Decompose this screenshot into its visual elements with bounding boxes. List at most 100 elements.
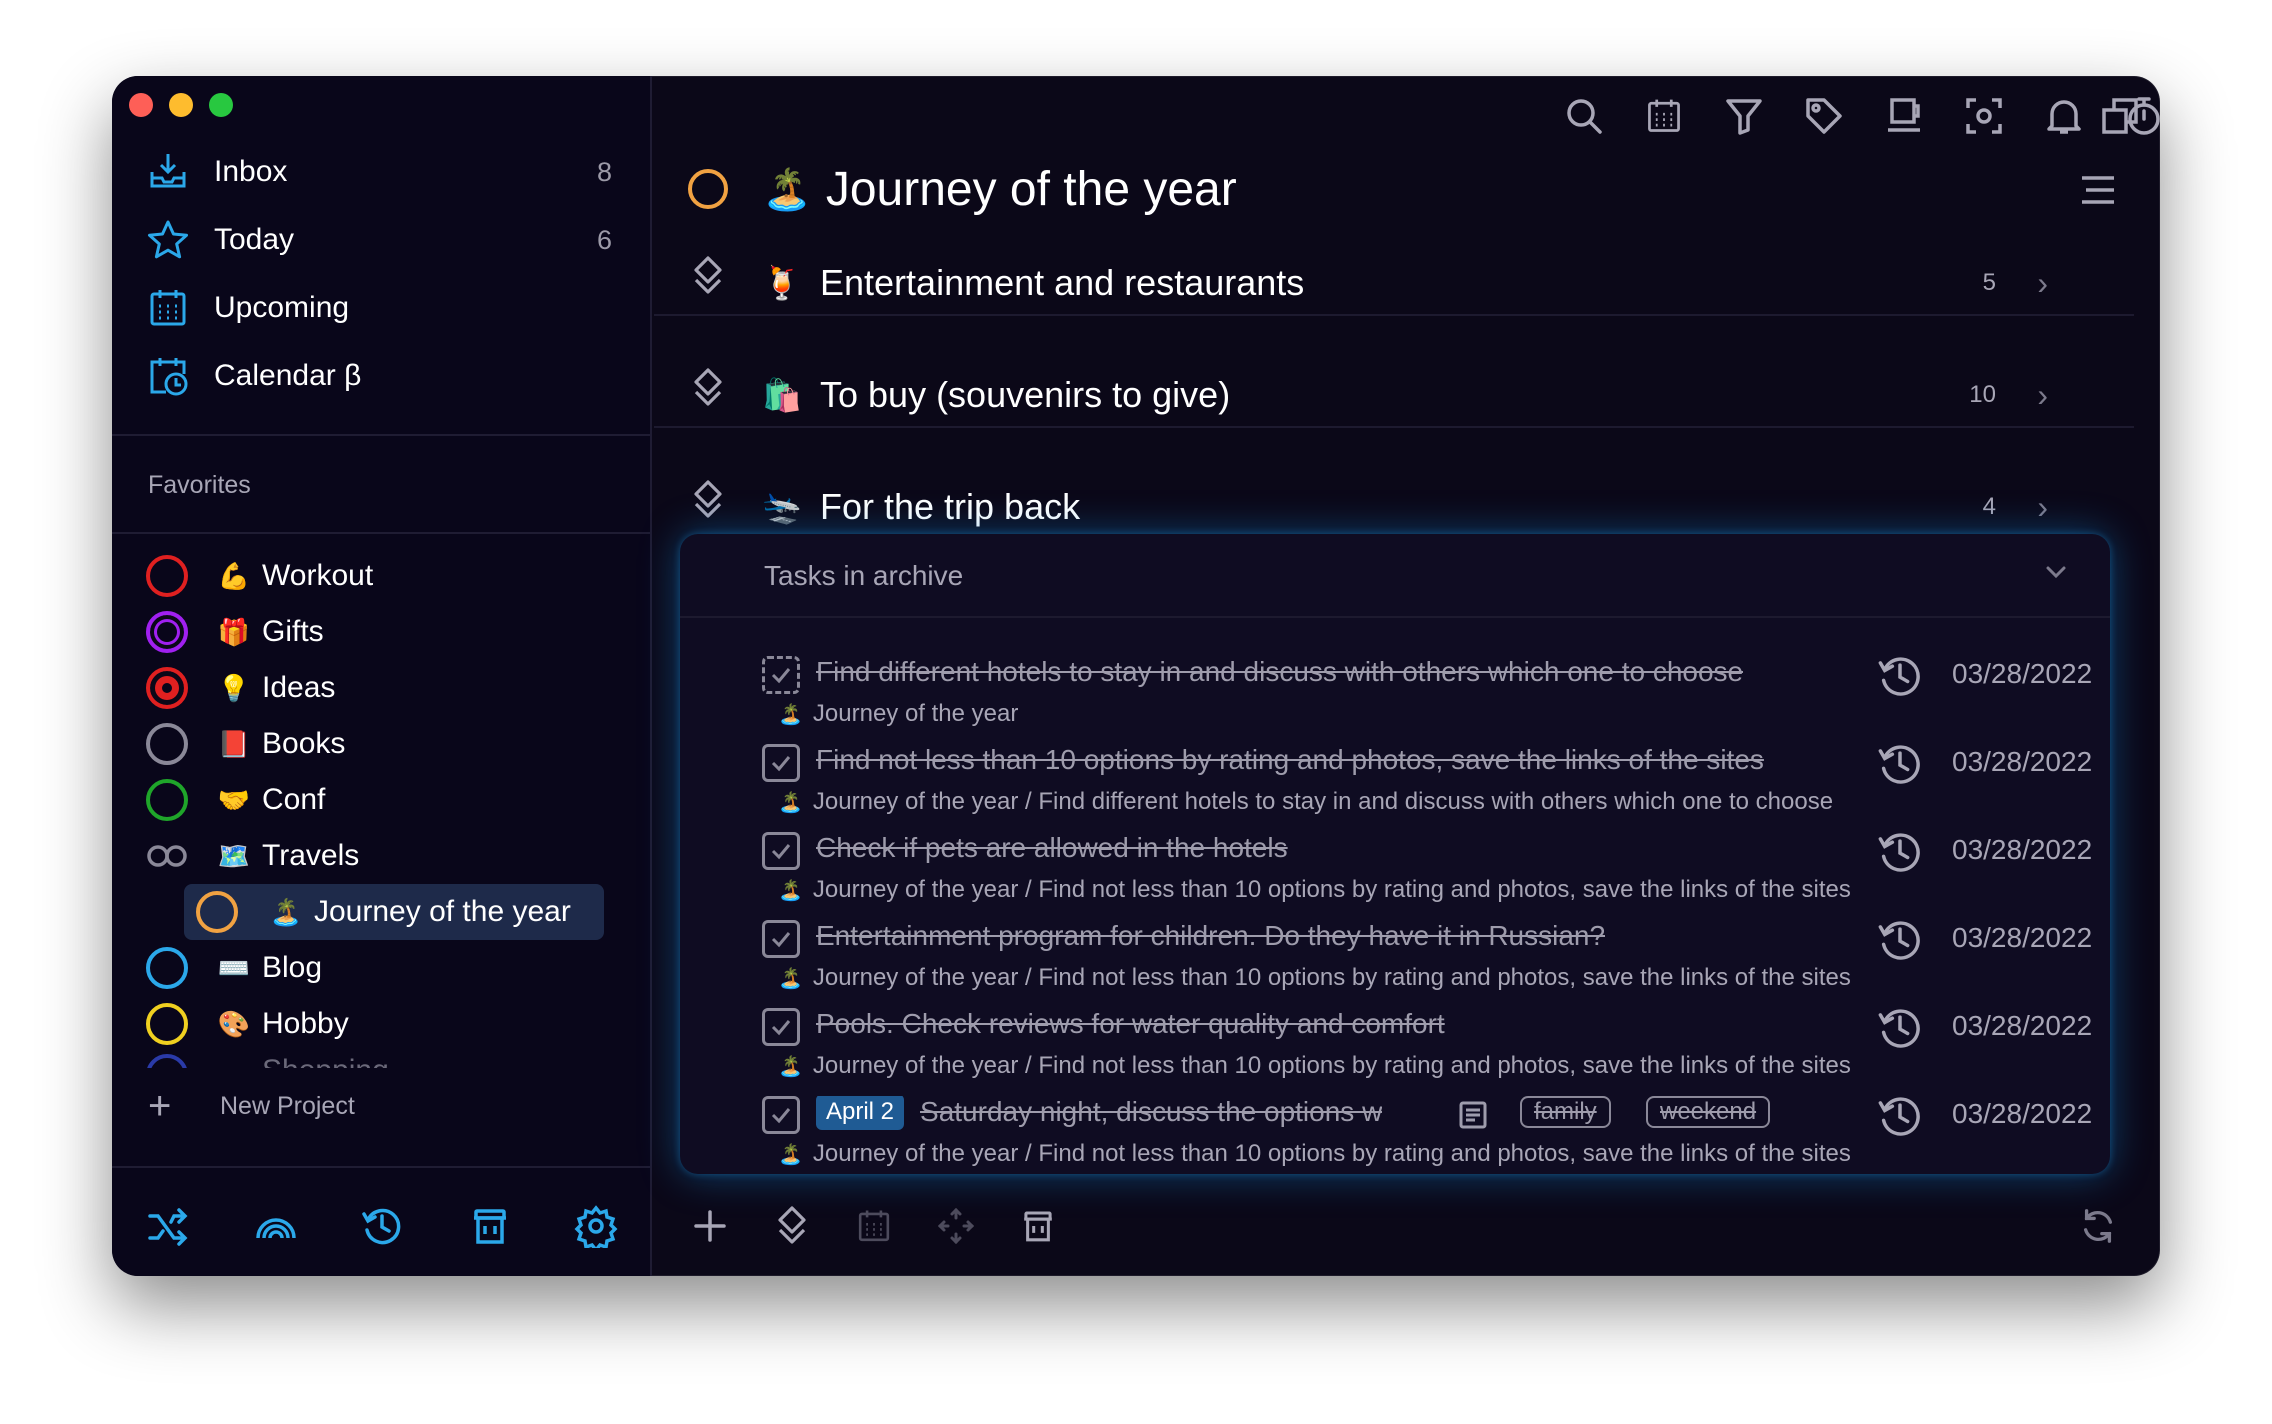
minimize-window-button[interactable] (169, 93, 193, 117)
project-emoji: 🤝 (217, 784, 251, 815)
section-row[interactable]: 🍹 Entertainment and restaurants 5 › (654, 228, 2134, 338)
nav-upcoming[interactable]: Upcoming (146, 278, 616, 338)
project-shopping[interactable]: Shopping (146, 1054, 616, 1068)
due-date-badge[interactable]: April 2 (816, 1096, 905, 1130)
scan-icon[interactable] (1960, 92, 2008, 140)
nav-calendar[interactable]: Calendar β (146, 346, 616, 406)
project-hobby[interactable]: 🎨 Hobby (146, 998, 616, 1050)
tag-chip[interactable]: weekend (1646, 1096, 1771, 1128)
task-path: 🏝️ Journey of the year (778, 700, 1019, 728)
archived-task[interactable]: Find different hotels to stay in and dis… (680, 652, 2110, 740)
task-path: 🏝️ Journey of the year / Find not less th… (778, 1140, 1851, 1168)
page-title: 🏝️ Journey of the year (688, 156, 1237, 222)
add-task-icon[interactable] (686, 1202, 734, 1250)
filter-icon[interactable] (1720, 92, 1768, 140)
calendar-clock-icon (146, 354, 190, 398)
trash-icon[interactable] (1014, 1202, 1062, 1250)
nav-label: Today (214, 223, 295, 256)
task-path-text: Journey of the year / Find not less than… (812, 1140, 1851, 1167)
calendar-icon[interactable] (1640, 92, 1688, 140)
archived-task[interactable]: Find not less than 10 options by rating … (680, 740, 2110, 828)
nav-today[interactable]: Today 6 (146, 210, 616, 270)
task-date: 03/28/2022 (1952, 658, 2093, 689)
project-conf[interactable]: 🤝 Conf (146, 774, 616, 826)
add-section-icon[interactable] (768, 1202, 816, 1250)
history-icon[interactable] (1876, 740, 1924, 793)
archived-task[interactable]: Check if pets are allowed in the hotels … (680, 828, 2110, 916)
project-books[interactable]: 📕 Books (146, 718, 616, 770)
task-checkbox[interactable] (762, 1096, 800, 1134)
chevron-right-icon: › (2037, 264, 2048, 301)
copy-window-icon[interactable] (2096, 92, 2144, 140)
task-path-text: Journey of the year / Find not less than… (812, 1052, 1851, 1079)
project-workout[interactable]: 💪 Workout (146, 550, 616, 602)
task-checkbox[interactable] (762, 832, 800, 870)
task-checkbox[interactable] (762, 1008, 800, 1046)
zoom-window-button[interactable] (209, 93, 233, 117)
search-icon[interactable] (1560, 92, 1608, 140)
tag-chip[interactable]: family (1520, 1096, 1611, 1128)
section-diamond-icon (690, 480, 726, 525)
menu-icon[interactable] (2074, 166, 2122, 214)
new-project-button[interactable]: + New Project (148, 1086, 355, 1126)
calendar-icon[interactable] (850, 1202, 898, 1250)
task-path-text: Journey of the year (812, 700, 1019, 727)
project-ring-icon (146, 779, 188, 821)
history-icon[interactable] (1876, 1004, 1924, 1057)
divider (112, 434, 652, 436)
path-emoji: 🏝️ (778, 1056, 803, 1078)
project-ideas[interactable]: 💡 Ideas (146, 662, 616, 714)
archive-header[interactable]: Tasks in archive (680, 534, 2110, 618)
section-row[interactable]: 🛍️ To buy (souvenirs to give) 10 › (654, 340, 2134, 450)
sidebar-footer (112, 1166, 652, 1276)
sync-icon[interactable] (2074, 1202, 2122, 1250)
section-label: Entertainment and restaurants (820, 262, 1305, 303)
history-icon[interactable] (358, 1202, 406, 1250)
trash-icon[interactable] (466, 1202, 514, 1250)
task-path: 🏝️ Journey of the year / Find not less th… (778, 964, 1851, 992)
plus-icon: + (148, 1084, 172, 1128)
task-checkbox[interactable] (762, 920, 800, 958)
task-checkbox[interactable] (762, 744, 800, 782)
section-label: For the trip back (820, 486, 1081, 527)
history-icon[interactable] (1876, 916, 1924, 969)
section-label: To buy (souvenirs to give) (820, 374, 1231, 415)
nav-count: 6 (596, 224, 612, 255)
history-icon[interactable] (1876, 1092, 1924, 1145)
star-icon (146, 218, 190, 262)
gear-icon[interactable] (572, 1202, 620, 1250)
title-text: Journey of the year (825, 162, 1237, 216)
project-journey-of-the-year[interactable]: 🏝️ Journey of the year (184, 884, 604, 940)
history-icon[interactable] (1876, 652, 1924, 705)
section-diamond-icon (690, 368, 726, 413)
project-travels[interactable]: 🗺️ Travels (146, 830, 616, 882)
project-blog[interactable]: ⌨️ Blog (146, 942, 616, 994)
archived-task[interactable]: Entertainment program for children. Do t… (680, 916, 2110, 1004)
path-emoji: 🏝️ (778, 704, 803, 726)
nav-inbox[interactable]: Inbox 8 (146, 142, 616, 202)
task-title: Pools. Check reviews for water quality a… (816, 1008, 1445, 1039)
bell-icon[interactable] (2040, 92, 2088, 140)
rainbow-icon[interactable] (252, 1202, 300, 1250)
nav-label: Calendar β (214, 359, 362, 392)
focus-icon[interactable] (1880, 92, 1928, 140)
task-path-text: Journey of the year / Find not less than… (812, 964, 1851, 991)
tag-icon[interactable] (1800, 92, 1848, 140)
project-ring-icon (146, 667, 188, 709)
archived-task[interactable]: Pools. Check reviews for water quality a… (680, 1004, 2110, 1092)
archived-task[interactable]: April 2 Saturday night, discuss the optio… (680, 1092, 2110, 1180)
project-gifts[interactable]: 🎁 Gifts (146, 606, 616, 658)
project-label: Journey of the year (314, 895, 571, 928)
move-icon[interactable] (932, 1202, 980, 1250)
task-date: 03/28/2022 (1952, 1010, 2093, 1041)
history-icon[interactable] (1876, 828, 1924, 881)
infinity-icon (146, 835, 188, 877)
archive-title: Tasks in archive (764, 560, 964, 591)
project-emoji: 🎁 (217, 616, 251, 647)
section-emoji: 🍹 (762, 265, 802, 301)
close-window-button[interactable] (129, 93, 153, 117)
shuffle-icon[interactable] (144, 1202, 192, 1250)
task-checkbox[interactable] (762, 656, 800, 694)
divider (112, 532, 652, 534)
project-ring-icon (196, 891, 238, 933)
